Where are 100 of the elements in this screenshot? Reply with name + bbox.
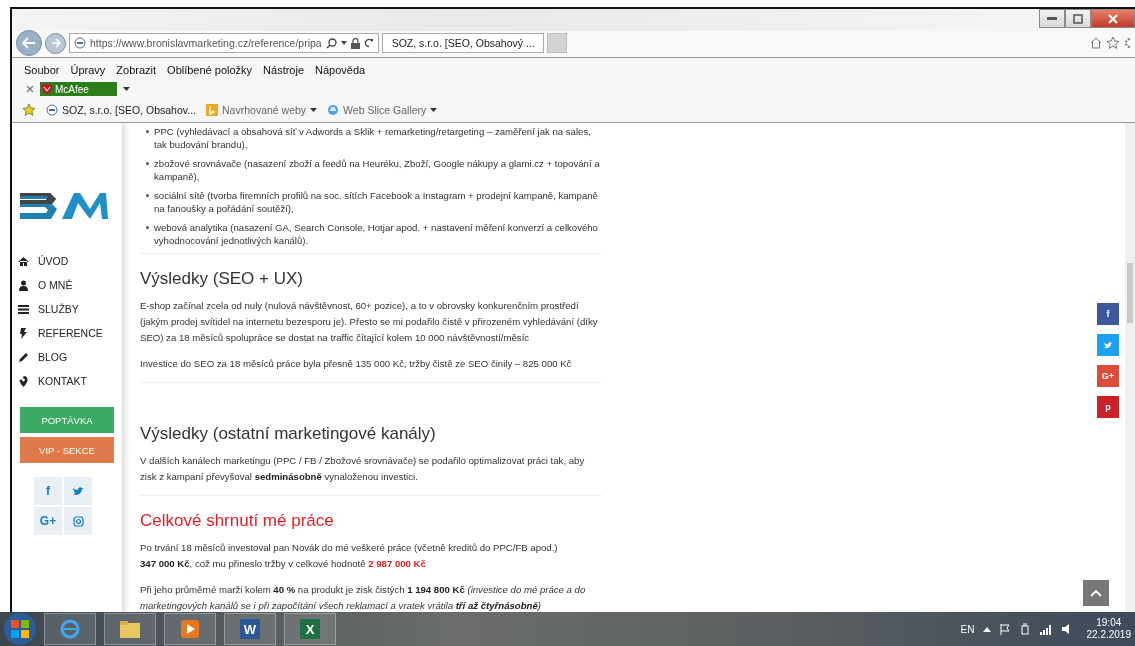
bird-icon (1103, 341, 1113, 349)
settings-icon[interactable] (1123, 36, 1131, 50)
google-plus-button[interactable]: G+ (34, 507, 62, 535)
back-arrow-icon (22, 37, 36, 49)
dropdown-icon[interactable] (340, 41, 347, 45)
tray-arrow-icon[interactable] (982, 626, 991, 632)
paragraph: Při jeho průměrné marži kolem 40 % na produkt je zisk čistých 1 194 800 Kč (investice do mé práce a do marketingových kanálů se i při započítání všech reklamací a vratek vrátila tří až čtyřnásobně) (140, 583, 587, 612)
twitter-share-button[interactable] (1097, 334, 1119, 356)
minimize-icon (1047, 16, 1057, 21)
site-icon (46, 104, 58, 116)
forward-arrow-icon (50, 38, 61, 48)
paragraph: Po trvání 18 měsíců investoval pan Novák do mé veškeré práce (včetně kreditů do PPC/FB apod.) 347 000 Kč, což mu přineslo tržby v celkové hodnotě 2 987 000 Kč (140, 541, 559, 571)
menu-item[interactable]: Oblíbené položky (167, 64, 253, 76)
menu-item[interactable]: Nápověda (315, 64, 366, 76)
close-icon (1108, 13, 1118, 24)
folder-icon (119, 619, 141, 639)
b-letter-icon (206, 104, 219, 116)
nav-link[interactable]: KONTAKT (38, 375, 87, 387)
minimize-button[interactable] (1039, 9, 1065, 28)
list-icon (18, 303, 29, 315)
paragraph: E-shop začínal zcela od nuly (nulová návštěvnost, 60+ pozice), a to v obrovsky konkurenčním prostředí (jakým prodej svítidel na internetu bezesporu je). Přesto se mi podařilo čistě v přirozeném vyhledávání (díky SEO) za 18 měsíců spolupráce se dostat na traffic čítající kolem 10 000 návštěvností/měsíc (140, 299, 599, 345)
signal-icon[interactable] (1038, 623, 1053, 635)
menu-item[interactable]: Nástroje (263, 64, 305, 76)
favorites-star-icon[interactable] (22, 103, 36, 117)
pinterest-share-button[interactable]: p (1097, 396, 1119, 418)
close-button[interactable] (1091, 9, 1135, 28)
chevron-up-icon (1090, 589, 1102, 597)
clock-time[interactable]: 19:04 (1096, 617, 1122, 629)
list-item: webová analytika (nasazení GA, Search Console, Hotjar apod. + nastavení měření konverzí a celkového vyhodnocování jednotlivých kanálů). (154, 221, 599, 247)
word-taskbar-button[interactable]: W (224, 613, 276, 645)
section-heading: Výsledky (ostatní marketingové kanály) (140, 423, 437, 445)
browser-taskbar-button[interactable] (44, 613, 96, 645)
nav-link[interactable]: ÚVOD (38, 255, 69, 267)
bullet-icon (146, 226, 149, 229)
media-player-taskbar-button[interactable] (164, 613, 216, 645)
start-button[interactable] (4, 613, 36, 645)
nav-link[interactable]: REFERENCE (38, 327, 103, 339)
camera-icon (72, 515, 84, 527)
google-plus-share-button[interactable]: G+ (1097, 365, 1119, 387)
twitter-button[interactable] (64, 477, 92, 505)
menu-item[interactable]: Soubor (24, 64, 60, 76)
flag-icon[interactable] (998, 623, 1011, 635)
facebook-share-button[interactable]: f (1097, 303, 1119, 325)
home-icon[interactable] (1089, 36, 1103, 50)
bird-icon (72, 486, 84, 496)
user-icon (18, 279, 29, 291)
folder-taskbar-button[interactable] (104, 613, 156, 645)
search-icon[interactable] (325, 37, 337, 49)
scrollbar[interactable] (1125, 123, 1135, 612)
dropdown-icon[interactable] (310, 108, 318, 112)
back-to-top-button[interactable] (1083, 580, 1109, 606)
instagram-button[interactable] (64, 507, 92, 535)
nav-link[interactable]: SLUŽBY (38, 303, 79, 315)
power-icon[interactable] (1018, 623, 1031, 635)
list-item: PPC (vyhledávací a obsahová síť v Adwords a Sklik + remarketing/retargeting – zaměření jak na sales, tak budování brandu), (154, 125, 592, 151)
excel-taskbar-button[interactable]: X (284, 613, 336, 645)
favorites-link[interactable]: Web Slice Gallery (343, 104, 427, 116)
bullet-icon (146, 130, 149, 133)
browser-tab[interactable]: SOZ, s.r.o. [SEO, Obsahový ... (381, 33, 544, 53)
four-squares-icon (9, 618, 31, 640)
favorites-link[interactable]: Navrhované weby (222, 104, 307, 116)
site-icon (74, 37, 86, 49)
forward-button[interactable] (45, 32, 66, 54)
favorites-link[interactable]: SOZ, s.r.o. [SEO, Obsahov... (62, 104, 197, 116)
section-heading: Celkové shrnutí mé práce (140, 510, 335, 532)
e-globe-icon (59, 618, 81, 640)
section-heading: Výsledky (SEO + UX) (140, 268, 304, 290)
address-bar[interactable]: https://www.bronislavmarketing.cz/reference/pripa (69, 33, 379, 53)
map-pin-icon (18, 375, 29, 387)
close-icon[interactable] (26, 85, 34, 93)
refresh-icon[interactable] (363, 38, 374, 48)
nav-link[interactable]: BLOG (38, 351, 68, 363)
restore-button[interactable] (1065, 9, 1091, 28)
dropdown-icon[interactable] (430, 108, 438, 112)
bolt-icon (18, 327, 29, 339)
dropdown-icon[interactable] (123, 87, 130, 91)
restore-icon (1073, 13, 1083, 24)
nav-link[interactable]: O MNĚ (38, 279, 73, 291)
bullet-icon (146, 194, 149, 197)
x-letter-icon: X (300, 619, 320, 639)
e-globe-icon (327, 104, 340, 116)
clock-date[interactable]: 22.2.2019 (1086, 629, 1131, 641)
list-item: sociální sítě (tvorba firemních profilů na soc. sítích Facebook a Instagram + prodejní kampaně, kampaně na fanoušky a pořádání soutěží), (154, 189, 599, 215)
play-icon (180, 619, 200, 639)
pencil-icon (18, 351, 29, 363)
star-icon[interactable] (1106, 36, 1120, 50)
list-item: zbožové srovnávače (nasazení zboží a feedů na Heuréku, Zboží, Google nákupy a glami.cz + topování a kampaně), (154, 157, 601, 183)
paragraph: V dalších kanálech marketingu (PPC / FB / Zbožové srovnávače) se podařilo optimalizovat práci tak, aby zisk z kampaní převyšoval sedminásobně vynaloženou investici. (140, 454, 586, 484)
security-toolbar-button[interactable]: McAfee (40, 82, 117, 96)
menu-item[interactable]: Zobrazit (116, 64, 157, 76)
language-indicator[interactable]: EN (960, 623, 975, 635)
paragraph: Investice do SEO za 18 měsíců práce byla přesně 135 000 Kč, tržby čistě ze SEO činily – 825 000 Kč (140, 357, 573, 371)
menu-item[interactable]: Úpravy (70, 64, 106, 76)
back-button[interactable] (16, 30, 42, 56)
w-letter-icon: W (240, 619, 260, 639)
lock-icon (350, 37, 360, 49)
facebook-button[interactable]: f (34, 477, 62, 505)
bullet-icon (146, 162, 149, 165)
shield-icon (42, 83, 52, 95)
logo-icon[interactable] (18, 191, 110, 221)
